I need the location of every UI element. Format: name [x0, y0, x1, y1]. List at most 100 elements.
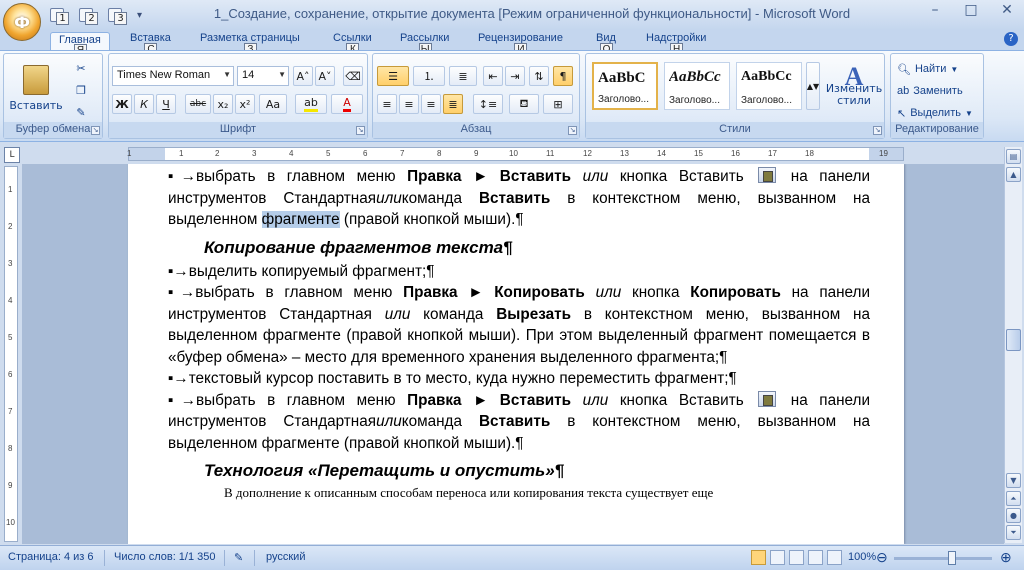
zoom-slider-thumb[interactable]	[947, 551, 956, 565]
align-left-icon: ≡	[382, 97, 392, 111]
binoculars-icon: 🔍︎	[897, 63, 911, 76]
align-center-button[interactable]: ≡	[399, 94, 419, 114]
shrink-font-button[interactable]: A˅	[315, 66, 335, 86]
style-heading1[interactable]: AaBbC Заголово...	[592, 62, 658, 110]
style-sample: AaBbCc	[741, 69, 792, 84]
editing-group: 🔍︎ Найти ▼ ab Заменить ↖ Выделить ▼ Редактиро…	[890, 53, 984, 139]
tab-home[interactable]: ГлавнаяЯ	[50, 32, 110, 57]
select-browse-object-button[interactable]: ●	[1006, 508, 1021, 523]
format-painter-button[interactable]: ✎	[70, 102, 92, 122]
tab-selector-button[interactable]: L	[4, 147, 20, 163]
change-styles-button[interactable]: A Изменить стили	[826, 58, 882, 120]
minimize-button[interactable]: –	[924, 2, 946, 18]
ruler-tick: 5	[8, 333, 13, 342]
replace-button[interactable]: ab Заменить	[897, 82, 963, 100]
superscript-button[interactable]: x²	[235, 94, 255, 114]
decrease-indent-button[interactable]: ⇤	[483, 66, 503, 86]
line-spacing-button[interactable]: ↕≡	[473, 94, 503, 114]
close-button[interactable]: ✕	[996, 2, 1018, 18]
zoom-out-icon[interactable]: ⊖	[876, 549, 888, 566]
copy-button[interactable]: ❐	[70, 80, 92, 100]
style-heading3[interactable]: AaBbCc Заголово...	[736, 62, 802, 110]
print-layout-button[interactable]	[751, 550, 766, 565]
tab-mailings[interactable]: РассылкиЫ	[400, 32, 449, 56]
outline-button[interactable]	[808, 550, 823, 565]
numbering-button[interactable]: ⒈	[413, 66, 445, 86]
vertical-scrollbar[interactable]: ▤ ▲ ▼ ⏶ ● ⏷	[1004, 147, 1022, 543]
tab-references[interactable]: СсылкиК	[333, 32, 372, 56]
document-page[interactable]: ▪→выбрать в главном меню Правка ► Встави…	[128, 164, 904, 544]
paragraph-launcher-icon[interactable]: ↘	[568, 126, 577, 135]
maximize-button[interactable]: □	[960, 2, 982, 18]
ruler-toggle-button[interactable]: ▤	[1006, 149, 1021, 164]
tab-addins[interactable]: НадстройкиН	[646, 32, 706, 56]
bold-button[interactable]: Ж	[112, 94, 132, 114]
subscript-button[interactable]: x₂	[213, 94, 233, 114]
draft-button[interactable]	[827, 550, 842, 565]
replace-icon: ab	[897, 85, 910, 97]
zoom-level[interactable]: 100%	[848, 551, 876, 563]
language-indicator[interactable]: русский	[266, 551, 305, 563]
align-left-button[interactable]: ≡	[377, 94, 397, 114]
strikethrough-button[interactable]: abc	[185, 94, 211, 114]
previous-page-button[interactable]: ⏶	[1006, 491, 1021, 506]
text-run	[571, 168, 583, 185]
document-text[interactable]: ▪→выбрать в главном меню Правка ► Встави…	[168, 166, 870, 502]
select-button[interactable]: ↖ Выделить ▼	[897, 104, 973, 122]
scissors-icon: ✂	[76, 61, 86, 75]
word-count[interactable]: Число слов: 1/1 350	[114, 551, 216, 563]
zoom-slider[interactable]	[894, 557, 992, 560]
font-size-combo[interactable]: 14 ▼	[237, 66, 289, 86]
page-indicator[interactable]: Страница: 4 из 6	[8, 551, 94, 563]
proofing-icon[interactable]: ✎	[234, 551, 243, 564]
change-case-button[interactable]: Aa	[259, 94, 287, 114]
vertical-ruler[interactable]: 1 2 3 4 5 6 7 8 9 10	[4, 166, 18, 542]
styles-scroll-button[interactable]: ▲▼	[806, 62, 820, 110]
show-marks-button[interactable]: ¶	[553, 66, 573, 86]
ruler-tick: 4	[8, 296, 13, 305]
bullets-button[interactable]: ☰	[377, 66, 409, 86]
align-right-button[interactable]: ≡	[421, 94, 441, 114]
find-button[interactable]: 🔍︎ Найти ▼	[897, 60, 958, 78]
font-name-combo[interactable]: Times New Roman ▼	[112, 66, 234, 86]
font-color-button[interactable]: A	[331, 94, 363, 114]
shading-button[interactable]: ⛾	[509, 94, 539, 114]
increase-indent-button[interactable]: ⇥	[505, 66, 525, 86]
paste-button[interactable]: Вставить	[9, 58, 63, 118]
italic-button[interactable]: К	[134, 94, 154, 114]
ruler-tick: 4	[289, 149, 294, 158]
grow-font-button[interactable]: A˄	[293, 66, 313, 86]
highlight-button[interactable]: ab	[295, 94, 327, 114]
zoom-in-icon[interactable]: ⊕	[1000, 549, 1012, 566]
style-heading2[interactable]: AaBbCc Заголово...	[664, 62, 730, 110]
multilevel-list-button[interactable]: ≣	[449, 66, 477, 86]
text-run: ►	[461, 168, 500, 185]
paragraph: ▪→выбрать в главном меню Правка ► Копиро…	[168, 282, 870, 368]
horizontal-ruler[interactable]: 1 1 2 3 4 5 6 7 8 9 10 11 12 13 14 15 16…	[127, 147, 904, 161]
scroll-up-button[interactable]: ▲	[1006, 167, 1021, 182]
help-icon[interactable]: ?	[1004, 32, 1018, 46]
tab-page-layout[interactable]: Разметка страницыЗ	[200, 32, 300, 56]
justify-button[interactable]: ≣	[443, 94, 463, 114]
line-spacing-icon: ↕≡	[478, 97, 498, 111]
web-layout-button[interactable]	[789, 550, 804, 565]
cut-button[interactable]: ✂	[70, 58, 92, 78]
tab-review[interactable]: РецензированиеИ	[478, 32, 563, 56]
multilevel-list-icon: ≣	[458, 69, 468, 83]
borders-button[interactable]: ⊞	[543, 94, 573, 114]
next-page-button[interactable]: ⏷	[1006, 525, 1021, 540]
sort-button[interactable]: ⇅	[529, 66, 549, 86]
ruler-tick: 10	[509, 149, 518, 158]
underline-button[interactable]: Ч	[156, 94, 176, 114]
clear-format-button[interactable]: ⌫	[343, 66, 363, 86]
office-button[interactable]: Ф	[3, 3, 41, 41]
scroll-down-button[interactable]: ▼	[1006, 473, 1021, 488]
font-launcher-icon[interactable]: ↘	[356, 126, 365, 135]
clipboard-launcher-icon[interactable]: ↘	[91, 126, 100, 135]
full-screen-reading-button[interactable]	[770, 550, 785, 565]
scroll-thumb[interactable]	[1006, 329, 1021, 351]
paragraph: В дополнение к описанным способам перено…	[224, 485, 714, 500]
tab-view[interactable]: ВидО	[596, 32, 616, 56]
tab-insert[interactable]: ВставкаС	[130, 32, 171, 56]
styles-launcher-icon[interactable]: ↘	[873, 126, 882, 135]
